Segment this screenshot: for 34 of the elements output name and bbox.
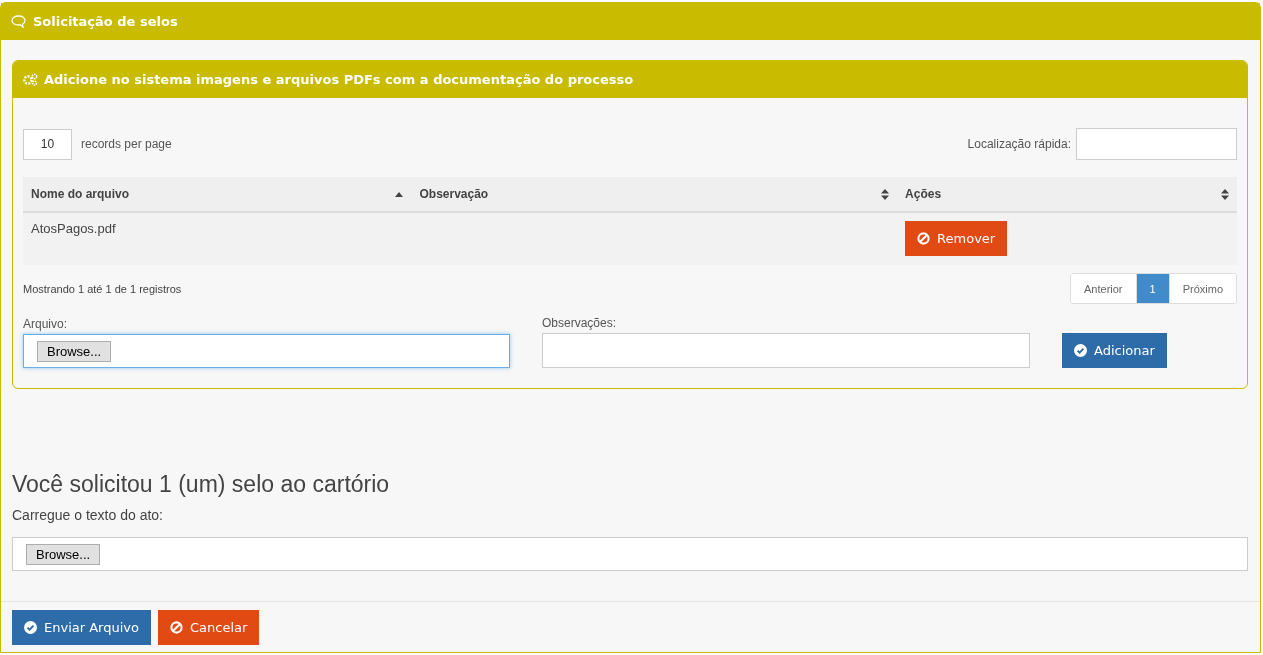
records-info: Mostrando 1 até 1 de 1 registros bbox=[23, 282, 182, 295]
sort-icon bbox=[881, 188, 890, 200]
file-label: Arquivo: bbox=[23, 317, 69, 331]
remove-button[interactable]: Remover bbox=[905, 221, 1008, 256]
speech-bubble-icon bbox=[11, 15, 26, 28]
search-label: Localização rápida: bbox=[967, 137, 1071, 151]
upload-label: Carregue o texto do ato: bbox=[12, 507, 164, 523]
search-field[interactable] bbox=[1076, 128, 1237, 160]
ban-icon bbox=[917, 232, 931, 245]
column-header[interactable]: Nome do arquivo bbox=[31, 187, 129, 201]
notes-field[interactable] bbox=[542, 333, 1030, 368]
browse-button[interactable]: Browse... bbox=[37, 340, 112, 362]
pagination-button[interactable]: Próximo bbox=[1168, 274, 1236, 303]
browse-button[interactable]: Browse... bbox=[26, 543, 101, 565]
page-size-label: records per page bbox=[81, 137, 172, 151]
column-header[interactable]: Ações bbox=[905, 187, 942, 201]
cancel-button[interactable]: Cancelar bbox=[157, 610, 260, 645]
check-circle-icon bbox=[1074, 344, 1087, 357]
ban-icon bbox=[169, 621, 183, 634]
file-name-cell: AtosPagos.pdf bbox=[31, 221, 116, 236]
section-title: Adicione no sistema imagens e arquivos PDFs com a documentação do processo bbox=[44, 72, 634, 87]
panel-title: Solicitação de selos bbox=[33, 14, 178, 29]
file-input[interactable]: Browse... bbox=[12, 537, 1248, 571]
column-header[interactable]: Observação bbox=[419, 187, 489, 201]
add-button[interactable]: Adicionar bbox=[1062, 333, 1167, 368]
notes-label: Observações: bbox=[542, 316, 618, 330]
sort-icon bbox=[1221, 188, 1229, 200]
pagination-button[interactable]: 1 bbox=[1135, 274, 1169, 303]
check-circle-icon bbox=[24, 621, 37, 634]
send-file-button[interactable]: Enviar Arquivo bbox=[12, 610, 151, 645]
page-size-select[interactable]: 10 bbox=[23, 128, 72, 160]
request-heading: Você solicitou 1 (um) selo ao cartório bbox=[12, 471, 391, 498]
file-input[interactable]: Browse... bbox=[23, 334, 510, 368]
sort-up-icon bbox=[395, 191, 404, 197]
